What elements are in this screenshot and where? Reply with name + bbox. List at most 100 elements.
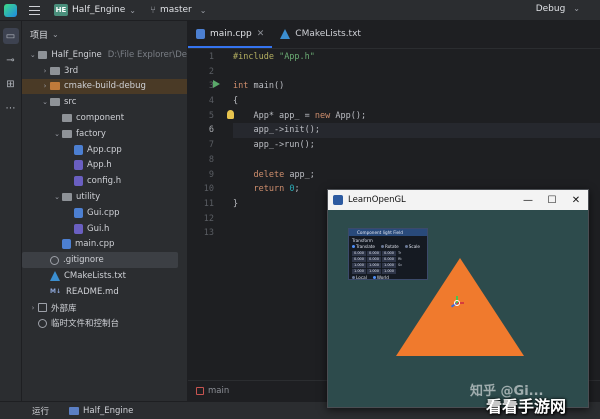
cpp-file-icon [74, 207, 83, 218]
run-gutter-icon[interactable] [213, 80, 220, 88]
cpp-file-icon [62, 239, 71, 250]
chevron-down-icon[interactable]: ⌄ [52, 193, 62, 201]
opengl-window-titlebar[interactable]: LearnOpenGL — ☐ ✕ [328, 190, 588, 210]
tree-item[interactable]: App.h [22, 158, 187, 174]
close-button[interactable]: ✕ [564, 195, 588, 206]
maximize-button[interactable]: ☐ [540, 195, 564, 206]
code-line[interactable]: app_->init(); [233, 123, 600, 139]
vcs-branch-widget[interactable]: ⑂ master ⌄ [150, 5, 206, 16]
radio-translate[interactable]: Translate [352, 244, 375, 249]
tree-item[interactable]: › cmake-build-debug [22, 78, 187, 95]
tree-item[interactable]: App.cpp [22, 142, 187, 158]
matrix-cell-input[interactable]: 1.000 [352, 263, 366, 268]
transform-gizmo-icon[interactable] [450, 296, 464, 310]
tree-item-label: component [76, 113, 125, 124]
matrix-cell-input[interactable]: 1.000 [382, 269, 396, 274]
matrix-cell-input[interactable]: 1.000 [367, 263, 381, 268]
opengl-window: LearnOpenGL — ☐ ✕ Component light Field … [327, 189, 589, 408]
run-config-tab[interactable]: Half_Engine [69, 406, 133, 416]
run-config-selector[interactable]: Debug ⌄ [536, 4, 580, 14]
code-line[interactable]: app_->run(); [233, 138, 600, 153]
code-line[interactable]: int main() [233, 79, 600, 94]
tree-item[interactable]: ⌄ factory [22, 126, 187, 142]
chevron-down-icon[interactable]: ⌄ [52, 30, 59, 39]
chevron-down-icon[interactable]: ⌄ [129, 6, 136, 15]
app-logo-icon [4, 3, 17, 17]
tab-main-cpp[interactable]: main.cpp ✕ [188, 20, 273, 48]
chevron-down-icon[interactable]: ⌄ [52, 130, 62, 138]
folder-icon [62, 129, 72, 138]
matrix-cell-input[interactable]: 0.000 [367, 251, 381, 256]
main-menu-icon[interactable] [29, 5, 40, 15]
header-file-icon [74, 223, 83, 234]
tab-label: main.cpp [210, 29, 252, 39]
matrix-cell-input[interactable]: 0.000 [352, 257, 366, 262]
tree-item[interactable]: › 3rd [22, 63, 187, 79]
header-file-icon [74, 176, 83, 187]
tab-cmakelists[interactable]: CMakeLists.txt [272, 20, 369, 48]
tree-item[interactable]: ⌄ utility [22, 189, 187, 205]
tree-item[interactable]: .gitignore [22, 252, 178, 269]
line-number: 6 [208, 125, 214, 136]
tree-item-label: Gui.cpp [87, 207, 120, 218]
matrix-row-label: Tr [398, 251, 402, 255]
chevron-down-icon[interactable]: ⌄ [40, 98, 50, 106]
line-number: 10 [203, 184, 214, 195]
matrix-cell-input[interactable]: 1.000 [352, 269, 366, 274]
tree-item[interactable]: M↓ README.md [22, 284, 187, 300]
project-name[interactable]: Half_Engine [72, 5, 125, 15]
code-line[interactable]: delete app_; [233, 168, 600, 183]
code-line[interactable]: #include "App.h" [233, 50, 600, 65]
minimize-button[interactable]: — [516, 195, 540, 206]
project-tree: ⌄ Half_Engine D:\File Explorer\De › 3rd › cmak… [22, 47, 187, 331]
code-line[interactable] [233, 65, 600, 80]
chevron-down-icon: ⌄ [199, 5, 207, 15]
chevron-right-icon[interactable]: › [40, 67, 50, 75]
matrix-cell-input[interactable]: 1.000 [367, 269, 381, 274]
code-line[interactable] [233, 153, 600, 168]
structure-icon[interactable]: ⊞ [3, 76, 19, 92]
breadcrumb-label[interactable]: main [208, 386, 229, 396]
code-line[interactable]: App* app_ = new App(); [227, 109, 600, 124]
code-line[interactable]: { [233, 94, 600, 109]
commit-icon[interactable]: ⊸ [3, 52, 19, 68]
tree-item[interactable]: Gui.h [22, 221, 187, 237]
radio-rotate[interactable]: Rotate [381, 244, 399, 249]
transform-mode-radios: Translate Rotate Scale [349, 244, 427, 251]
cmake-file-icon [280, 29, 291, 39]
tree-item[interactable]: Gui.cpp [22, 205, 187, 221]
matrix-cell-input[interactable]: 0.000 [352, 251, 366, 256]
tree-item[interactable]: main.cpp [22, 237, 187, 253]
opengl-canvas[interactable]: Component light Field Transform Translat… [328, 210, 588, 407]
run-config-label: Debug [535, 4, 566, 14]
radio-world[interactable]: World [372, 275, 389, 279]
folder-icon[interactable]: ▭ [2, 28, 19, 44]
line-number: 2 [208, 66, 214, 77]
tree-item[interactable]: CMakeLists.txt [22, 268, 187, 284]
tree-item[interactable]: 临时文件和控制台 [22, 316, 187, 332]
radio-scale[interactable]: Scale [404, 244, 420, 249]
library-icon [38, 303, 47, 313]
close-icon[interactable]: ✕ [257, 29, 265, 39]
tree-item[interactable]: ⌄ src [22, 94, 187, 110]
chevron-down-icon[interactable]: ⌄ [28, 51, 38, 59]
tree-item-label: Half_Engine [51, 49, 102, 60]
matrix-cell-input[interactable]: 0.000 [382, 257, 396, 262]
chevron-right-icon[interactable]: › [40, 82, 50, 90]
more-icon[interactable]: ⋯ [3, 100, 19, 116]
scratch-icon [38, 318, 47, 328]
tree-item[interactable]: config.h [22, 173, 187, 189]
project-badge[interactable]: HE [54, 4, 68, 16]
run-tool-tab[interactable]: 运行 [32, 405, 49, 417]
radio-local[interactable]: Local [352, 275, 367, 279]
matrix-cell-input[interactable]: 1.000 [382, 263, 396, 268]
matrix-cell-input[interactable]: 0.000 [382, 251, 396, 256]
imgui-panel-title[interactable]: Component light Field [349, 229, 427, 236]
chevron-right-icon[interactable]: › [28, 304, 38, 312]
lightbulb-icon[interactable] [227, 109, 234, 119]
matrix-cell-input[interactable]: 0.000 [367, 257, 381, 262]
tree-item[interactable]: component [22, 110, 187, 126]
tree-item[interactable]: › 外部库 [22, 300, 187, 316]
line-number: 8 [208, 154, 214, 165]
tree-item[interactable]: ⌄ Half_Engine D:\File Explorer\De [22, 47, 187, 63]
